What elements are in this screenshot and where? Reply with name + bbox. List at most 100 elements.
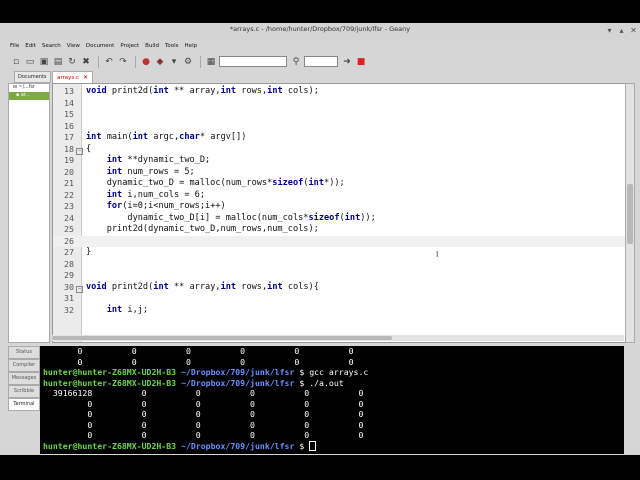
build-icon[interactable]: ◆ xyxy=(154,56,166,68)
line-number: 28 xyxy=(64,258,74,269)
color-chooser-icon[interactable]: ▦ xyxy=(205,56,217,68)
line-number: 13 xyxy=(64,86,74,96)
terminal-line: 0 0 0 0 0 0 xyxy=(43,346,354,356)
tab-compiler[interactable]: Compiler xyxy=(8,359,40,372)
code-line[interactable]: 24 dynamic_two_D[i] = malloc(num_cols*si… xyxy=(53,213,625,225)
editor-vertical-scrollbar[interactable] xyxy=(625,83,635,343)
revert-icon[interactable]: ↻ xyxy=(66,56,78,68)
menu-document[interactable]: Document xyxy=(86,41,115,52)
compile-icon[interactable]: ● xyxy=(140,56,152,68)
code-line[interactable]: 22 int i,num_cols = 6; xyxy=(53,190,625,202)
run-icon[interactable]: ▾ xyxy=(168,56,180,68)
toolbar: ▫ ▭ ▣ ▤ ↻ ✖ ↶ ↷ ● ◆ ▾ ⚙ ▦ ⚲ ➜ ■ xyxy=(0,53,640,70)
sidebar-item-folder[interactable]: ⊟ ~/...fsr xyxy=(9,84,49,92)
new-file-icon[interactable]: ▫ xyxy=(10,56,22,68)
close-file-icon[interactable]: ✖ xyxy=(80,56,92,68)
code-text: dynamic_two_D[i] = malloc(num_cols*sizeo… xyxy=(86,212,376,223)
code-line[interactable]: 26 xyxy=(53,235,625,247)
line-number: 23 xyxy=(64,201,74,211)
terminal-line: 0 0 0 0 0 0 xyxy=(43,430,364,440)
open-file-icon[interactable]: ▭ xyxy=(24,56,36,68)
code-line[interactable]: 29 xyxy=(53,270,625,282)
close-tab-icon[interactable]: ✕ xyxy=(83,74,88,81)
menu-project[interactable]: Project xyxy=(120,41,139,52)
fold-marker-icon[interactable]: − xyxy=(76,147,83,155)
code-editor[interactable]: 13 void print2d(int ** array,int rows,int… xyxy=(52,83,626,343)
terminal-line: 0 0 0 0 0 0 xyxy=(43,356,354,367)
menu-bar: File Edit Search View Document Project Build To… xyxy=(0,41,640,52)
terminal-path: ~/Dropbox/709/junk/lfsr xyxy=(176,377,295,388)
code-text: for(i=0;i<num_rows;i++) xyxy=(106,201,226,211)
code-line[interactable]: 30− void print2d(int ** array,int rows,in… xyxy=(53,282,625,294)
search-input[interactable] xyxy=(219,56,287,67)
tab-status[interactable]: Status xyxy=(8,346,40,359)
editor-horizontal-scrollbar[interactable] xyxy=(52,335,624,341)
menu-file[interactable]: File xyxy=(10,41,19,52)
tab-messages[interactable]: Messages xyxy=(8,372,40,385)
tab-documents[interactable]: Documents xyxy=(14,71,51,83)
menu-view[interactable]: View xyxy=(67,41,80,52)
code-text: void print2d(int ** array,int rows,int c… xyxy=(86,86,319,96)
redo-icon[interactable]: ↷ xyxy=(117,56,129,68)
terminal-user: hunter@hunter-Z68MX-UD2H-B3 xyxy=(43,377,177,388)
line-number: 32 xyxy=(64,304,74,315)
code-line[interactable]: 28 xyxy=(53,259,625,271)
save-all-icon[interactable]: ▤ xyxy=(52,56,64,68)
tab-scribble[interactable]: Scribble xyxy=(8,385,40,398)
terminal[interactable]: 0 0 0 0 0 0 0 0 0 0 0 0 hunter@hunter-Z68… xyxy=(40,346,624,454)
code-line[interactable]: 19 int **dynamic_two_D; xyxy=(53,155,625,167)
terminal-user: hunter@hunter-Z68MX-UD2H-B3 xyxy=(43,367,177,377)
menu-tools[interactable]: Tools xyxy=(165,41,179,52)
code-text: int main(int argc,char* argv[]) xyxy=(86,132,247,142)
terminal-line: hunter@hunter-Z68MX-UD2H-B3 ~/Dropbox/70… xyxy=(40,378,624,389)
close-icon[interactable]: ✕ xyxy=(628,25,639,36)
line-number: 15 xyxy=(64,109,74,119)
quit-icon[interactable]: ■ xyxy=(355,56,367,68)
code-text: int i,num_cols = 6; xyxy=(106,189,206,200)
code-line[interactable]: 32 int i,j; xyxy=(53,305,625,317)
code-line[interactable]: 23 for(i=0;i<num_rows;i++) xyxy=(53,201,625,213)
fold-marker-icon[interactable]: − xyxy=(76,285,83,293)
code-line[interactable]: 15 xyxy=(53,109,625,121)
code-line[interactable]: 17 int main(int argc,char* argv[]) xyxy=(53,132,625,144)
preferences-icon[interactable]: ⚙ xyxy=(182,56,194,68)
maximize-icon[interactable]: ▴ xyxy=(616,25,627,36)
code-line[interactable]: 27} xyxy=(53,247,625,259)
line-number: 27 xyxy=(64,247,74,257)
menu-help[interactable]: Help xyxy=(185,41,198,52)
code-line[interactable]: 16 xyxy=(53,121,625,133)
menu-edit[interactable]: Edit xyxy=(25,41,36,52)
code-text: { xyxy=(86,143,92,154)
line-number: 31 xyxy=(64,293,74,303)
line-number: 29 xyxy=(64,270,74,280)
undo-icon[interactable]: ↶ xyxy=(103,56,115,68)
terminal-command: $ gcc arrays.c xyxy=(294,367,369,377)
terminal-line: 0 0 0 0 0 0 xyxy=(43,419,364,430)
geany-window: *arrays.c - /home/hunter/Dropbox/709/jun… xyxy=(0,23,640,455)
code-line[interactable]: 21 dynamic_two_D = malloc(num_rows*sizeo… xyxy=(53,178,625,190)
search-icon[interactable]: ⚲ xyxy=(290,56,302,68)
sidebar-tabs: Documents xyxy=(14,71,51,83)
goto-line-icon[interactable]: ➜ xyxy=(341,56,353,68)
code-line[interactable]: 14 xyxy=(53,98,625,110)
goto-line-input[interactable] xyxy=(304,56,338,67)
code-line[interactable]: 31 xyxy=(53,293,625,305)
terminal-line: 39166128 0 0 0 0 0 xyxy=(43,388,364,398)
code-line[interactable]: 18−{ xyxy=(53,144,625,156)
sidebar-item-arrays[interactable]: ▪ ar... xyxy=(9,92,49,100)
line-number: 14 xyxy=(64,97,74,108)
line-number: 26 xyxy=(64,235,74,246)
code-text: print2d(dynamic_two_D,num_rows,num_cols)… xyxy=(86,224,319,234)
tab-terminal[interactable]: Terminal xyxy=(8,398,40,411)
menu-search[interactable]: Search xyxy=(42,41,61,52)
minimize-icon[interactable]: ▾ xyxy=(604,25,615,36)
code-line[interactable]: 20 int num_rows = 5; xyxy=(53,167,625,179)
code-line[interactable]: 13 void print2d(int ** array,int rows,int… xyxy=(53,86,625,98)
terminal-command: $ xyxy=(294,440,310,451)
documents-sidebar: ⊟ ~/...fsr ▪ ar... xyxy=(8,83,50,343)
code-text: dynamic_two_D = malloc(num_rows*sizeof(i… xyxy=(86,178,345,188)
menu-build[interactable]: Build xyxy=(145,41,159,52)
code-line[interactable]: 25 print2d(dynamic_two_D,num_rows,num_co… xyxy=(53,224,625,236)
terminal-cursor xyxy=(309,441,317,451)
save-icon[interactable]: ▣ xyxy=(38,56,50,68)
